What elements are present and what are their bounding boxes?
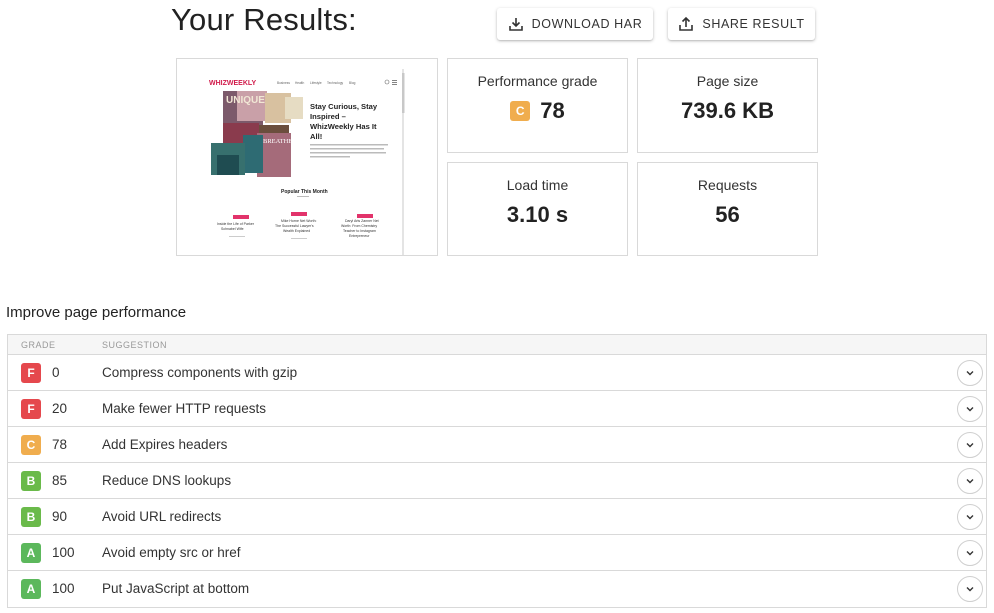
preview-logo: WHIZWEEKLY <box>209 80 257 87</box>
table-row[interactable]: B 85 Reduce DNS lookups <box>8 463 986 499</box>
load-time-card: Load time 3.10 s <box>447 162 628 256</box>
improve-section-title: Improve page performance <box>6 304 187 321</box>
table-row[interactable]: A 100 Avoid empty src or href <box>8 535 986 571</box>
download-har-button[interactable]: DOWNLOAD HAR <box>497 8 653 40</box>
score-value: 85 <box>52 473 68 488</box>
svg-text:UNIQUE: UNIQUE <box>226 95 265 106</box>
share-result-label: SHARE RESULT <box>702 17 805 31</box>
expand-row-button[interactable] <box>957 396 983 422</box>
page-size-label: Page size <box>696 73 759 89</box>
share-result-button[interactable]: SHARE RESULT <box>668 8 815 40</box>
chevron-down-icon <box>966 479 974 484</box>
preview-nav-1: Health <box>295 81 304 85</box>
page-size-value: 739.6 KB <box>681 98 774 123</box>
preview-nav-0: Business <box>277 81 290 85</box>
grade-badge: B <box>21 471 41 491</box>
expand-row-button[interactable] <box>957 540 983 566</box>
requests-label: Requests <box>697 177 758 193</box>
expand-row-button[interactable] <box>957 468 983 494</box>
grade-badge: A <box>21 543 41 563</box>
page-screenshot-thumbnail: WHIZWEEKLY Business Health Lifestyle Tec… <box>176 58 438 256</box>
chevron-down-icon <box>966 443 974 448</box>
grade-badge: C <box>21 435 41 455</box>
share-icon <box>679 16 694 31</box>
table-row[interactable]: A 100 Put JavaScript at bottom <box>8 571 986 607</box>
suggestion-text: Make fewer HTTP requests <box>102 401 267 416</box>
preview-nav-3: Technology <box>327 81 344 85</box>
grade-badge: C <box>510 101 531 121</box>
performance-grade-card: Performance grade C 78 <box>447 58 628 153</box>
score-value: 100 <box>52 545 75 560</box>
download-icon <box>508 18 523 31</box>
chevron-down-icon <box>966 371 974 376</box>
table-row[interactable]: C 78 Add Expires headers <box>8 427 986 463</box>
grade-badge: F <box>21 363 41 383</box>
table-row[interactable]: B 90 Avoid URL redirects <box>8 499 986 535</box>
chevron-down-icon <box>966 407 974 412</box>
score-value: 0 <box>52 365 60 380</box>
score-value: 78 <box>52 437 68 452</box>
grade-badge: B <box>21 507 41 527</box>
requests-value: 56 <box>715 202 740 227</box>
suggestion-text: Compress components with gzip <box>102 365 298 380</box>
suggestion-text: Reduce DNS lookups <box>102 473 232 488</box>
chevron-down-icon <box>966 551 974 556</box>
chevron-down-icon <box>966 515 974 520</box>
grade-badge: F <box>21 399 41 419</box>
performance-grade-value: 78 <box>540 98 565 123</box>
table-row[interactable]: F 20 Make fewer HTTP requests <box>8 391 986 427</box>
expand-row-button[interactable] <box>957 360 983 386</box>
expand-row-button[interactable] <box>957 504 983 530</box>
screenshot-preview: WHIZWEEKLY Business Health Lifestyle Tec… <box>177 59 437 255</box>
page-title: Your Results: <box>171 2 357 37</box>
preview-nav-2: Lifestyle <box>310 81 322 85</box>
expand-row-button[interactable] <box>957 432 983 458</box>
table-row[interactable]: F 0 Compress components with gzip <box>8 355 986 391</box>
expand-row-button[interactable] <box>957 576 983 602</box>
suggestions-table: GRADE SUGGESTION F 0 Compress components w… <box>7 334 987 608</box>
score-value: 90 <box>52 509 68 524</box>
suggestion-text: Avoid empty src or href <box>102 545 241 560</box>
score-value: 100 <box>52 581 75 596</box>
grade-badge: A <box>21 579 41 599</box>
load-time-value: 3.10 s <box>506 202 569 227</box>
performance-grade-value-wrap: C 78 <box>448 98 627 124</box>
chevron-down-icon <box>966 587 974 592</box>
suggestion-text: Add Expires headers <box>102 437 228 452</box>
requests-card: Requests 56 <box>637 162 818 256</box>
page-size-card: Page size 739.6 KB <box>637 58 818 153</box>
load-time-label: Load time <box>506 177 569 193</box>
column-header-grade: GRADE <box>21 340 56 350</box>
table-header: GRADE SUGGESTION <box>8 335 986 355</box>
download-har-label: DOWNLOAD HAR <box>531 17 643 31</box>
preview-nav-4: Blog <box>349 81 356 85</box>
column-header-suggestion: SUGGESTION <box>102 340 168 350</box>
performance-grade-label: Performance grade <box>477 73 598 89</box>
preview-popular-heading: Popular This Month <box>281 189 328 195</box>
suggestion-text: Put JavaScript at bottom <box>102 581 250 596</box>
score-value: 20 <box>52 401 68 416</box>
svg-text:BREATHE: BREATHE <box>263 138 292 145</box>
suggestion-text: Avoid URL redirects <box>102 509 222 524</box>
